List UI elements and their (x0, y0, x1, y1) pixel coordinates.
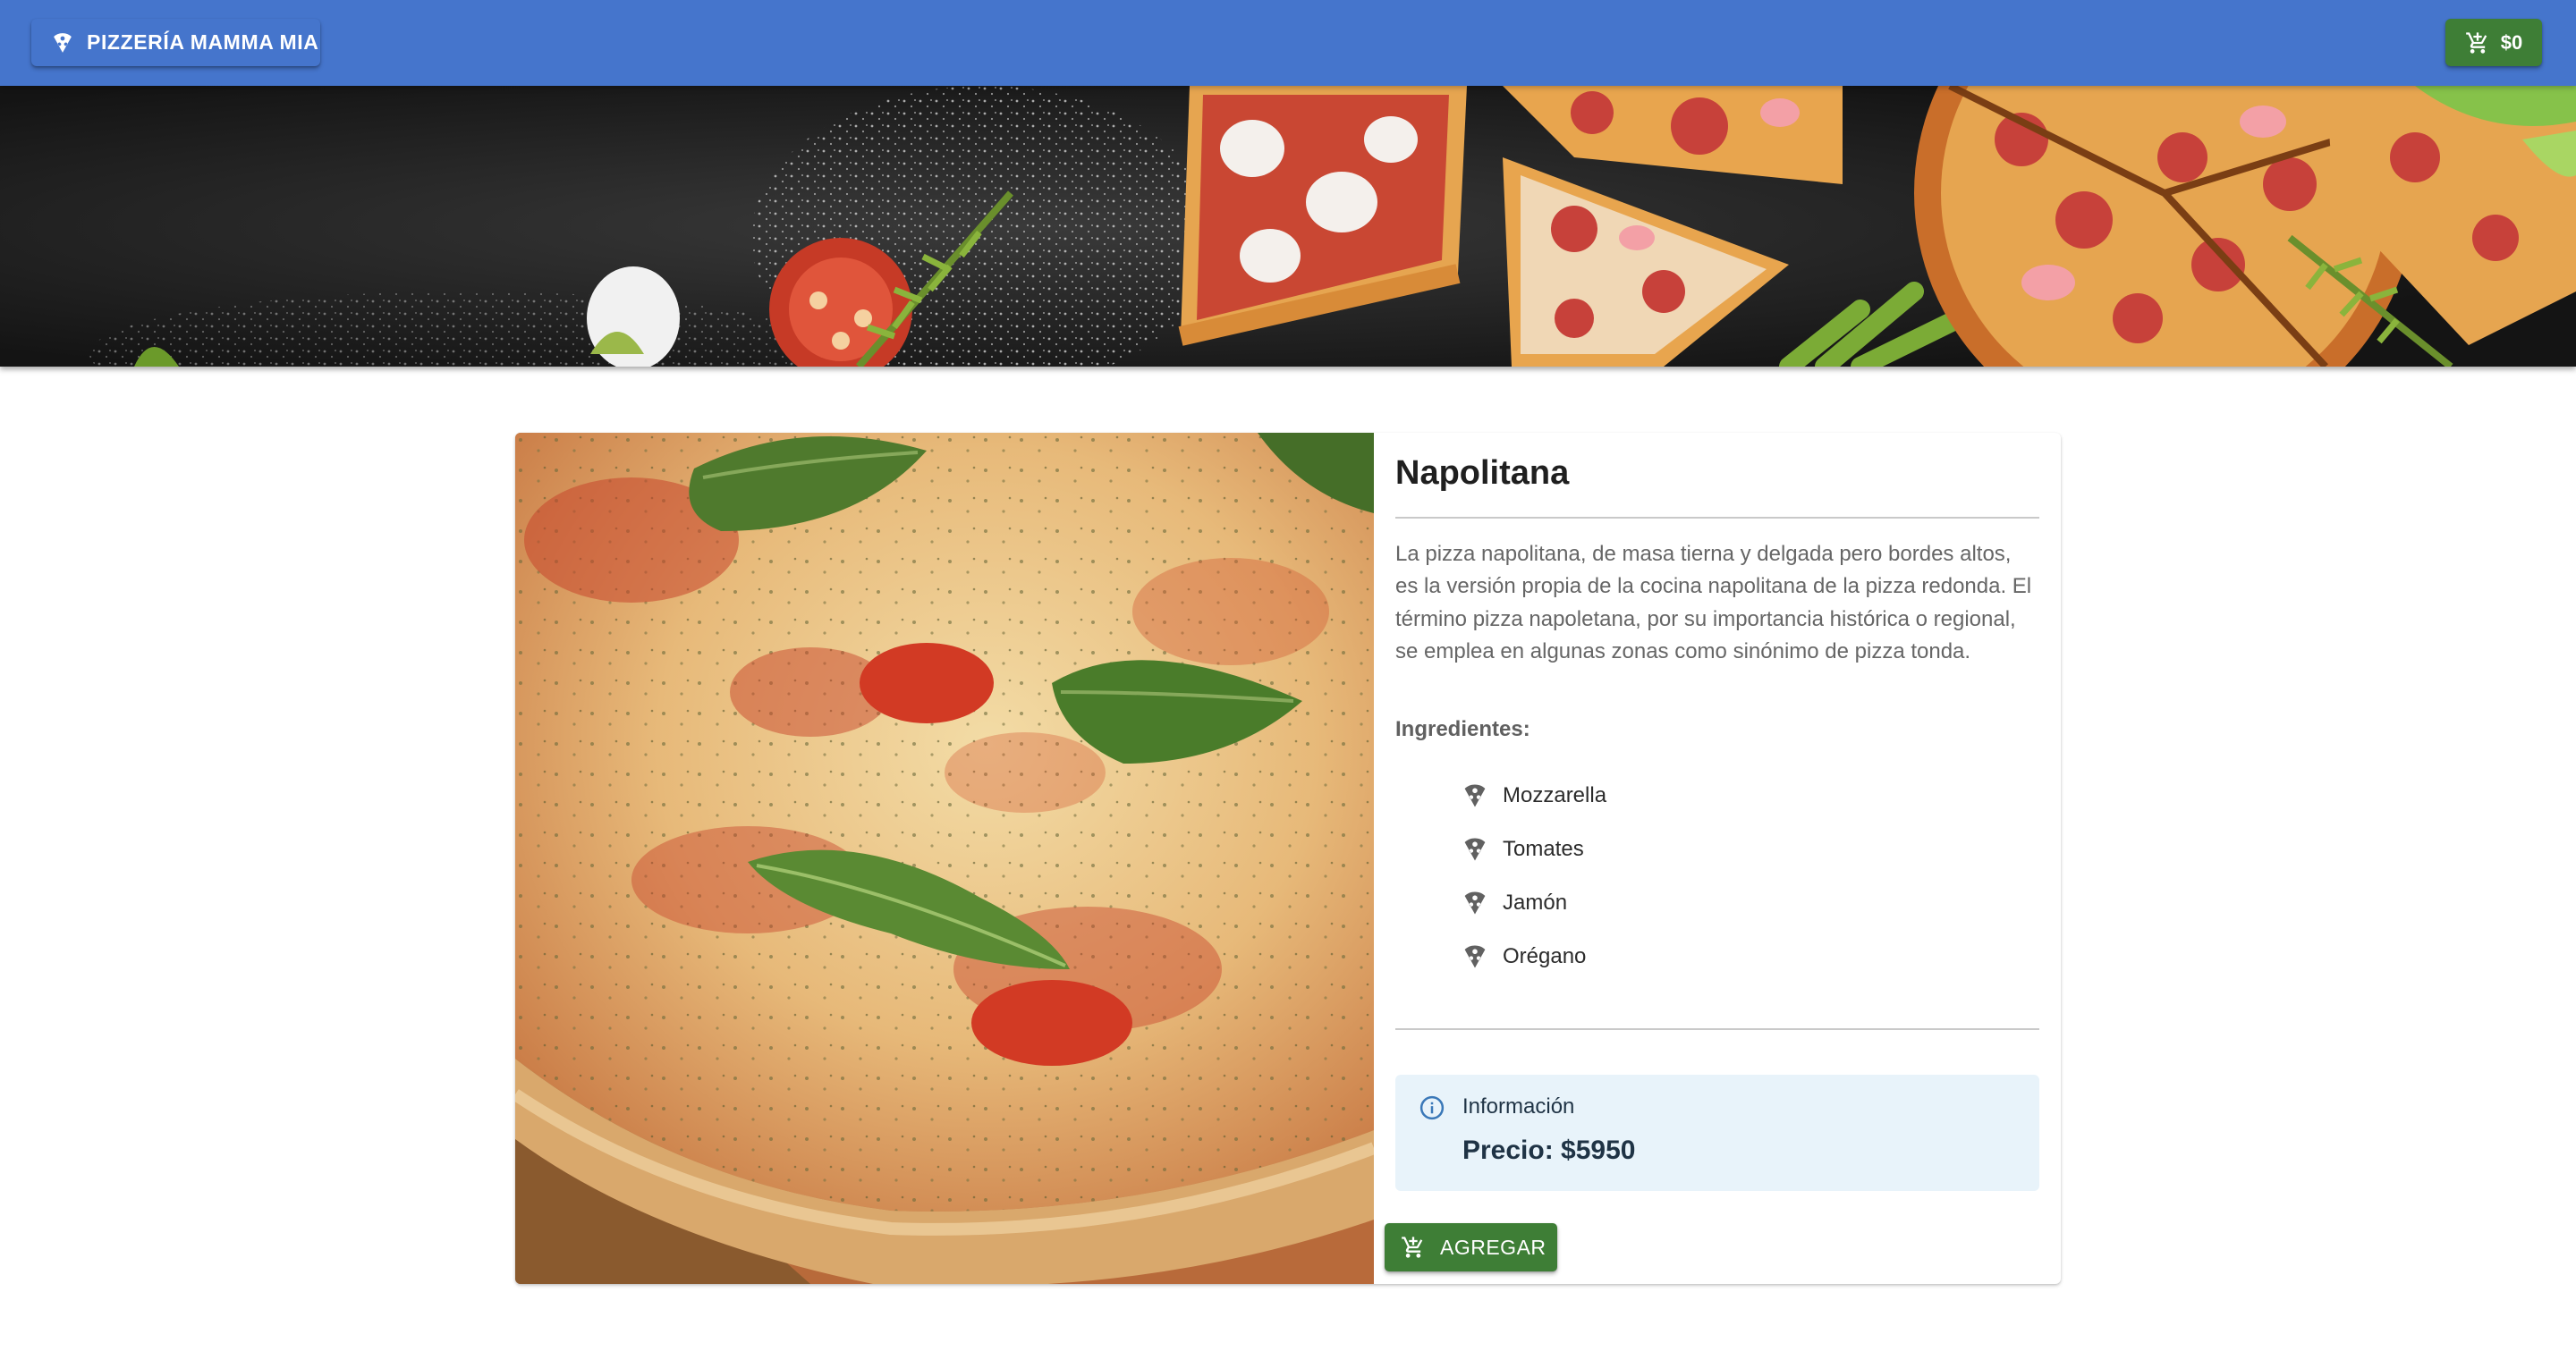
pizza-price: Precio: $5950 (1462, 1136, 1636, 1165)
pizza-name: Napolitana (1395, 454, 1570, 492)
cart-plus-icon (1402, 1237, 1423, 1258)
ingredient-item: Orégano (1395, 939, 1753, 975)
info-icon (1419, 1095, 1445, 1120)
pizza-slice-icon (1464, 945, 1486, 968)
pizza-slice-icon (1464, 784, 1486, 807)
ingredient-item: Jamón (1395, 885, 1753, 921)
ingredient-label: Tomates (1503, 837, 1584, 861)
title-divider (1395, 517, 2039, 519)
pizza-photo (515, 433, 1374, 1284)
pizza-banner-image (0, 86, 2576, 367)
ingredient-item: Tomates (1395, 832, 1753, 867)
home-brand-button[interactable]: PIZZERÍA MAMMA MIA (31, 19, 320, 66)
info-title: Información (1462, 1094, 1575, 1119)
ingredients-divider (1395, 1028, 2039, 1030)
app-bar: PIZZERÍA MAMMA MIA $0 (0, 0, 2576, 86)
cart-total: $0 (2500, 30, 2523, 54)
ingredient-label: Mozzarella (1503, 783, 1607, 807)
pizza-description: La pizza napolitana, de masa tierna y de… (1395, 542, 2032, 664)
pizza-photo-image (515, 433, 1374, 1284)
hero-banner (0, 86, 2576, 367)
price-info-alert: Información Precio: $5950 (1395, 1075, 2039, 1191)
ingredients-heading: Ingredientes: (1395, 717, 1530, 741)
pizza-slice-icon (1464, 891, 1486, 915)
cart-icon (2465, 31, 2487, 54)
pizza-detail-card: Napolitana La pizza napolitana, de masa … (515, 433, 2061, 1284)
cart-button[interactable]: $0 (2445, 19, 2542, 66)
add-to-cart-button[interactable]: AGREGAR (1385, 1223, 1557, 1271)
brand-label: PIZZERÍA MAMMA MIA (87, 30, 319, 54)
ingredient-label: Orégano (1503, 944, 1587, 968)
pizza-details: Napolitana La pizza napolitana, de masa … (1395, 433, 2039, 1284)
add-button-label: AGREGAR (1440, 1235, 1546, 1259)
ingredient-label: Jamón (1503, 891, 1568, 915)
ingredient-item: Mozzarella (1395, 778, 1753, 814)
pizza-slice-icon (54, 32, 72, 53)
pizza-slice-icon (1464, 838, 1486, 861)
